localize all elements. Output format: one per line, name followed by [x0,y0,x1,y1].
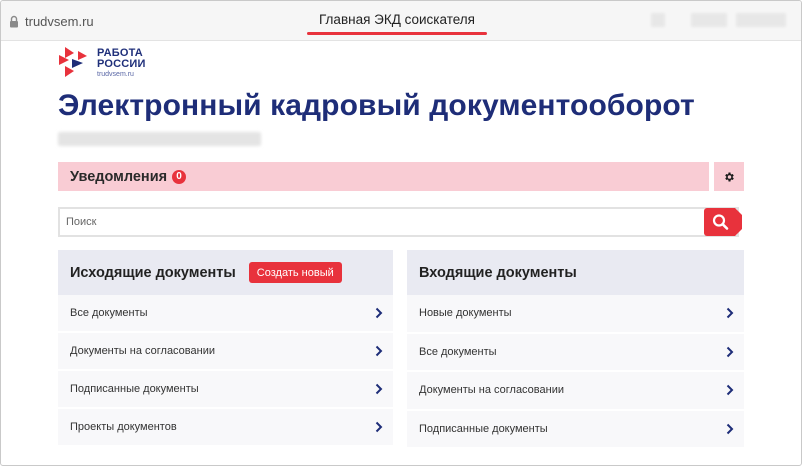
list-item-label: Подписанные документы [419,422,548,435]
create-new-button[interactable]: Создать новый [248,262,342,283]
outgoing-list-item[interactable]: Проекты документов [58,409,393,447]
address-bar[interactable]: trudvsem.ru [9,12,94,30]
outgoing-list-item[interactable]: Документы на согласовании [58,333,393,371]
settings-button[interactable] [714,162,744,191]
gear-icon [725,172,734,181]
logo-site: trudvsem.ru [97,71,134,78]
chevron-right-icon [375,345,383,357]
chevron-right-icon [726,308,734,319]
page-title: Электронный кадровый документооборот [58,89,695,122]
lock-icon [9,15,19,28]
list-item-label: Новые документы [419,307,512,320]
list-item-label: Документы на согласовании [419,384,564,397]
outgoing-documents-panel: Исходящие документы Создать новый Все до… [58,250,393,447]
blurred-icon [651,13,665,27]
outgoing-title: Исходящие документы [70,264,236,281]
search-button[interactable] [704,208,742,236]
browser-window: trudvsem.ru Главная ЭКД соискателя РАБОТ… [0,0,802,466]
chevron-right-icon [726,385,734,396]
notifications-bar[interactable]: Уведомления 0 [58,162,709,191]
incoming-list-item[interactable]: Новые документы [407,295,744,334]
chevron-right-icon [375,307,383,319]
outgoing-list-item[interactable]: Подписанные документы [58,371,393,409]
chevron-right-icon [726,423,734,434]
search-input[interactable] [60,209,706,235]
logo-line-2: РОССИИ [97,58,146,70]
incoming-list-item[interactable]: Подписанные документы [407,410,744,449]
logo-icon [59,47,87,77]
outgoing-list-item[interactable]: Все документы [58,295,393,333]
incoming-title: Входящие документы [419,264,577,281]
notifications-count-badge: 0 [172,169,187,184]
browser-toolbar: trudvsem.ru Главная ЭКД соискателя [1,1,801,41]
list-item-label: Проекты документов [70,421,177,433]
outgoing-panel-header: Исходящие документы Создать новый [58,250,393,295]
list-item-label: Все документы [70,307,148,319]
url-text: trudvsem.ru [25,13,94,29]
search-box [58,207,739,237]
incoming-documents-panel: Входящие документы Новые документы Все до… [407,250,744,449]
blurred-icon [736,13,786,27]
incoming-panel-header: Входящие документы [407,250,744,295]
notifications-label: Уведомления [70,168,168,185]
tab-title[interactable]: Главная ЭКД соискателя [307,12,487,27]
active-tab-indicator [307,32,487,35]
blurred-icon [691,13,727,27]
list-item-label: Документы на согласовании [70,345,215,357]
incoming-list-item[interactable]: Все документы [407,333,744,372]
chevron-right-icon [375,421,383,433]
list-item-label: Подписанные документы [70,383,199,395]
blurred-subtitle [58,132,261,146]
list-item-label: Все документы [419,345,497,358]
chevron-right-icon [726,346,734,357]
incoming-list-item[interactable]: Документы на согласовании [407,372,744,411]
site-logo[interactable]: РАБОТА РОССИИ trudvsem.ru [57,45,146,79]
chevron-right-icon [375,383,383,395]
